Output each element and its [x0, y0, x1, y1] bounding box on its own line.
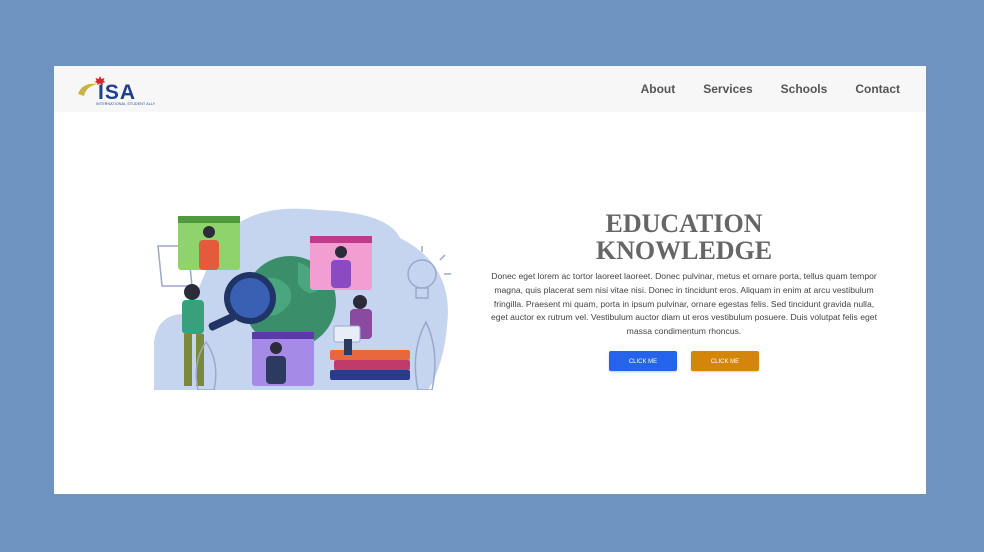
hero-title-line2: KNOWLEDGE [595, 236, 773, 265]
logo-text: ISA [98, 81, 137, 104]
navbar: ISA INTERNATIONAL STUDENT ALLY About Ser… [54, 66, 926, 112]
hero-illustration [154, 208, 451, 390]
nav-link-contact[interactable]: Contact [855, 82, 900, 96]
click-me-button-primary[interactable]: CLICK ME [609, 350, 677, 371]
nav-link-services[interactable]: Services [703, 82, 752, 96]
button-group: CLICK ME CLICK ME [488, 350, 880, 371]
hero-content: EDUCATION KNOWLEDGE Donec eget lorem ac … [488, 210, 880, 371]
page-container: ISA INTERNATIONAL STUDENT ALLY About Ser… [54, 66, 926, 494]
nav-link-about[interactable]: About [641, 82, 676, 96]
main-nav: About Services Schools Contact [641, 82, 900, 96]
nav-link-schools[interactable]: Schools [781, 82, 828, 96]
hero-description: Donec eget lorem ac tortor laoreet laore… [491, 271, 877, 337]
hero-title: EDUCATION KNOWLEDGE [488, 210, 880, 264]
logo[interactable]: ISA INTERNATIONAL STUDENT ALLY [76, 74, 156, 106]
hero-title-line1: EDUCATION [605, 209, 763, 238]
logo-subtitle: INTERNATIONAL STUDENT ALLY [96, 102, 156, 106]
click-me-button-secondary[interactable]: CLICK ME [691, 350, 759, 371]
